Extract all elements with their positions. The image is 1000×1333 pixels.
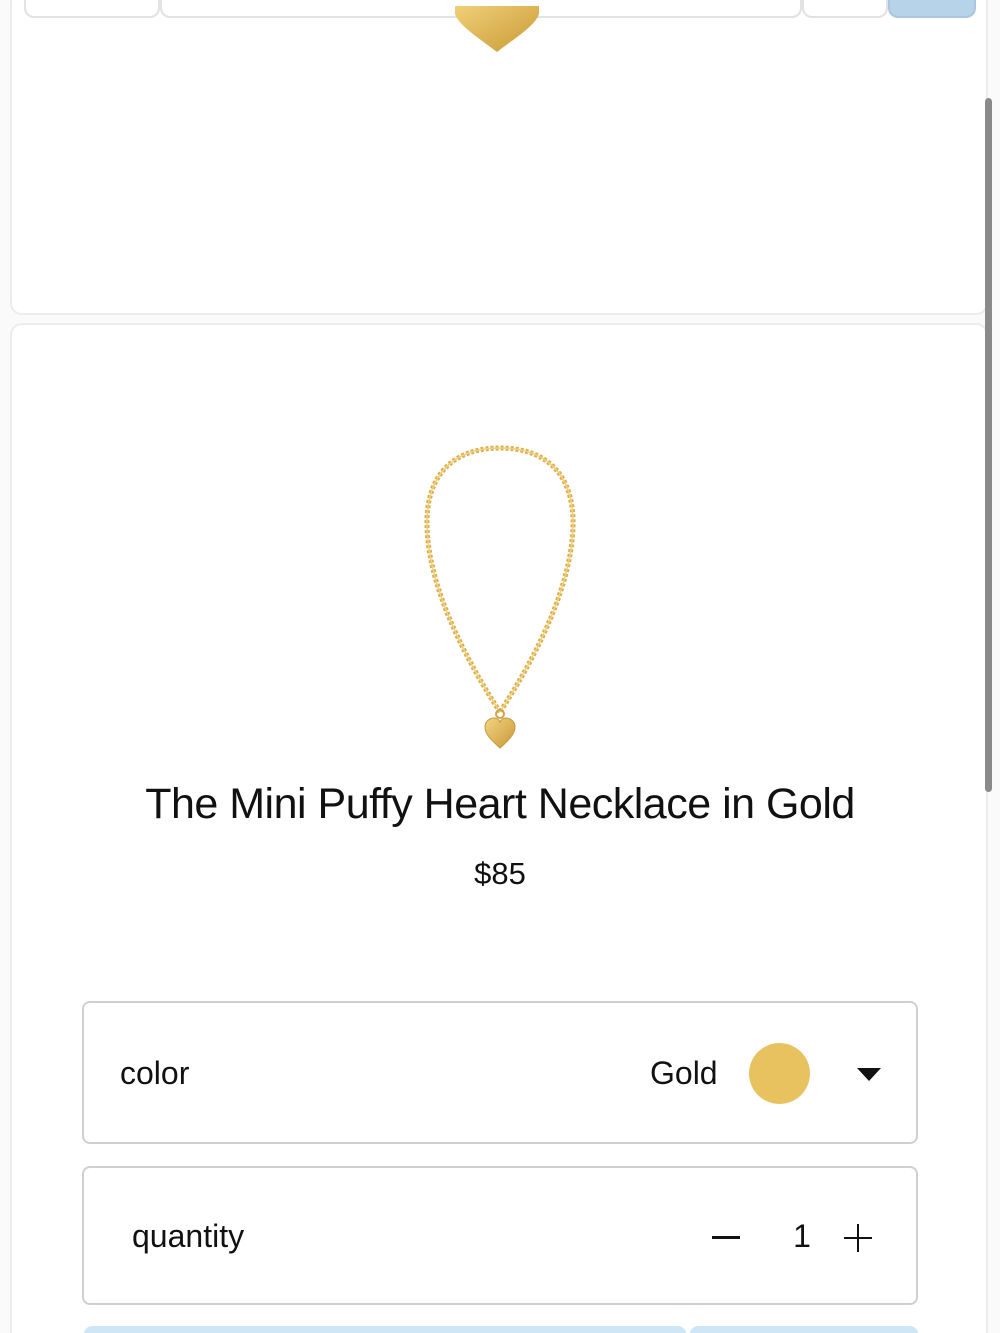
secondary-action-button[interactable] [690, 1326, 918, 1333]
plus-icon[interactable] [844, 1224, 872, 1252]
heart-pendant-image [455, 6, 539, 52]
quantity-value: 1 [793, 1218, 811, 1254]
color-label: color [120, 1055, 190, 1091]
color-selector[interactable]: color Gold [82, 1001, 918, 1144]
top-card-button[interactable] [888, 0, 976, 18]
scrollbar[interactable] [985, 98, 992, 792]
quantity-stepper: quantity 1 [82, 1166, 918, 1305]
top-card-control[interactable] [802, 0, 888, 18]
minus-icon[interactable] [712, 1236, 740, 1239]
necklace-image[interactable] [415, 436, 585, 756]
top-card-control[interactable] [24, 0, 160, 18]
product-page: The Mini Puffy Heart Necklace in Gold $8… [0, 0, 1000, 1333]
add-to-cart-button[interactable] [84, 1326, 686, 1333]
selected-color-value: Gold [650, 1055, 718, 1091]
product-title: The Mini Puffy Heart Necklace in Gold [145, 780, 855, 828]
product-price: $85 [474, 856, 526, 891]
dropdown-arrow-icon[interactable] [857, 1068, 881, 1081]
color-swatch [749, 1043, 810, 1104]
quantity-label: quantity [132, 1218, 245, 1254]
